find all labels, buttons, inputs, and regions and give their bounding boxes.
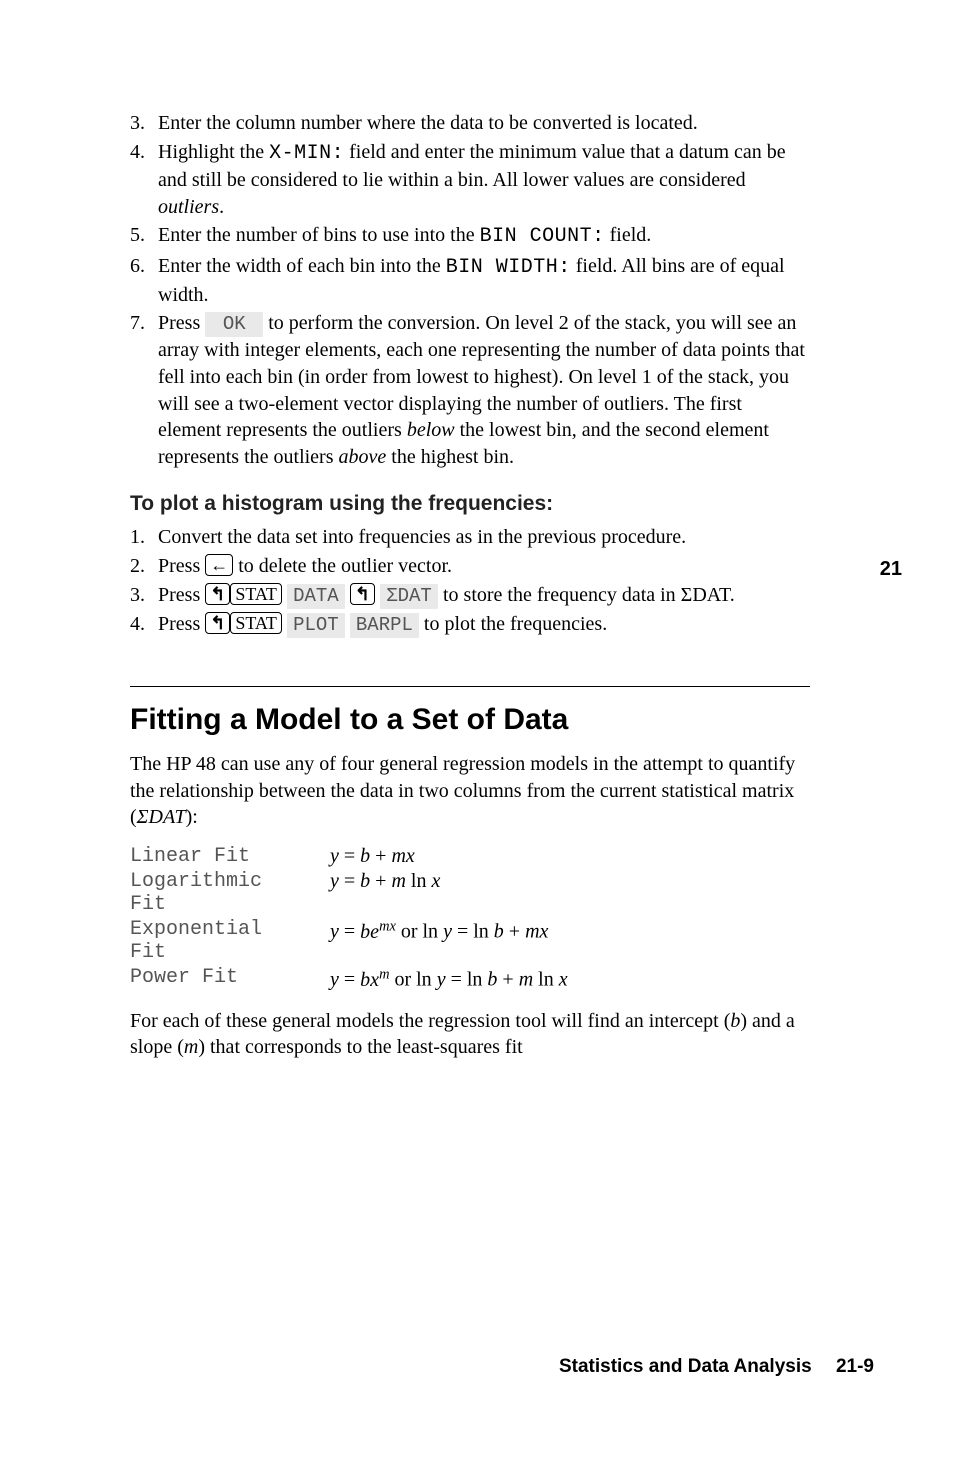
softkey: DATA <box>287 584 345 609</box>
field-label: BIN WIDTH: <box>446 256 571 279</box>
step-item: 2.Press ← to delete the outlier vector. <box>130 553 810 580</box>
fit-formula: y = b + m ln x <box>330 870 568 918</box>
emphasis: below <box>407 419 455 441</box>
step-number: 5. <box>130 222 145 249</box>
step-number: 3. <box>130 582 145 609</box>
softkey: PLOT <box>287 613 345 638</box>
shift-key: ↰ <box>205 612 230 634</box>
shift-key: ↰ <box>205 583 230 605</box>
section-title: Fitting a Model to a Set of Data <box>130 703 810 737</box>
subheading: To plot a histogram using the frequencie… <box>130 492 810 516</box>
chapter-number: 21 <box>880 558 902 581</box>
step-number: 2. <box>130 553 145 580</box>
steps-histogram-list: 1.Convert the data set into frequencies … <box>130 524 810 638</box>
step-number: 4. <box>130 139 145 166</box>
fit-row: Power Fity = bxm or ln y = ln b + m ln x <box>130 966 568 994</box>
field-label: X-MIN: <box>269 142 344 165</box>
step-item: 4.Highlight the X-MIN: field and enter t… <box>130 139 810 221</box>
field-label: BIN COUNT: <box>480 225 605 248</box>
step-item: 5.Enter the number of bins to use into t… <box>130 222 810 251</box>
softkey: ΣDAT <box>380 584 438 609</box>
key: STAT <box>230 612 282 634</box>
step-item: 1.Convert the data set into frequencies … <box>130 524 810 551</box>
outro-paragraph: For each of these general models the reg… <box>130 1008 810 1061</box>
fit-formula: y = bxm or ln y = ln b + m ln x <box>330 966 568 994</box>
step-item: 4.Press ↰STAT PLOT BARPL to plot the fre… <box>130 611 810 638</box>
fit-name: LogarithmicFit <box>130 870 330 918</box>
emphasis: above <box>339 446 387 468</box>
page: 3.Enter the column number where the data… <box>0 0 954 1464</box>
step-number: 3. <box>130 110 145 137</box>
content-column: 3.Enter the column number where the data… <box>130 110 810 1061</box>
fit-row: LogarithmicFity = b + m ln x <box>130 870 568 918</box>
step-item: 3.Enter the column number where the data… <box>130 110 810 137</box>
softkey: BARPL <box>350 613 419 638</box>
step-item: 7.Press OK to perform the conversion. On… <box>130 310 810 470</box>
key: STAT <box>230 583 282 605</box>
fit-row: Linear Fity = b + mx <box>130 845 568 870</box>
section-divider <box>130 686 810 687</box>
step-number: 4. <box>130 611 145 638</box>
step-item: 3.Press ↰STAT DATA ↰ ΣDAT to store the f… <box>130 582 810 609</box>
fit-name: Power Fit <box>130 966 330 994</box>
intro-paragraph: The HP 48 can use any of four general re… <box>130 751 810 831</box>
fit-formula: y = bemx or ln y = ln b + mx <box>330 918 568 966</box>
key: ← <box>205 554 233 576</box>
shift-key: ↰ <box>350 583 375 605</box>
step-number: 6. <box>130 253 145 280</box>
step-number: 1. <box>130 524 145 551</box>
emphasis: outliers <box>158 196 219 218</box>
fit-row: ExponentialFity = bemx or ln y = ln b + … <box>130 918 568 966</box>
step-item: 6.Enter the width of each bin into the B… <box>130 253 810 308</box>
fit-name: Linear Fit <box>130 845 330 870</box>
softkey: OK <box>205 312 263 337</box>
page-footer: Statistics and Data Analysis 21-9 <box>559 1356 874 1378</box>
step-number: 7. <box>130 310 145 337</box>
fit-name: ExponentialFit <box>130 918 330 966</box>
steps-top-list: 3.Enter the column number where the data… <box>130 110 810 470</box>
fit-formula: y = b + mx <box>330 845 568 870</box>
fit-models-table: Linear Fity = b + mxLogarithmicFity = b … <box>130 845 568 994</box>
